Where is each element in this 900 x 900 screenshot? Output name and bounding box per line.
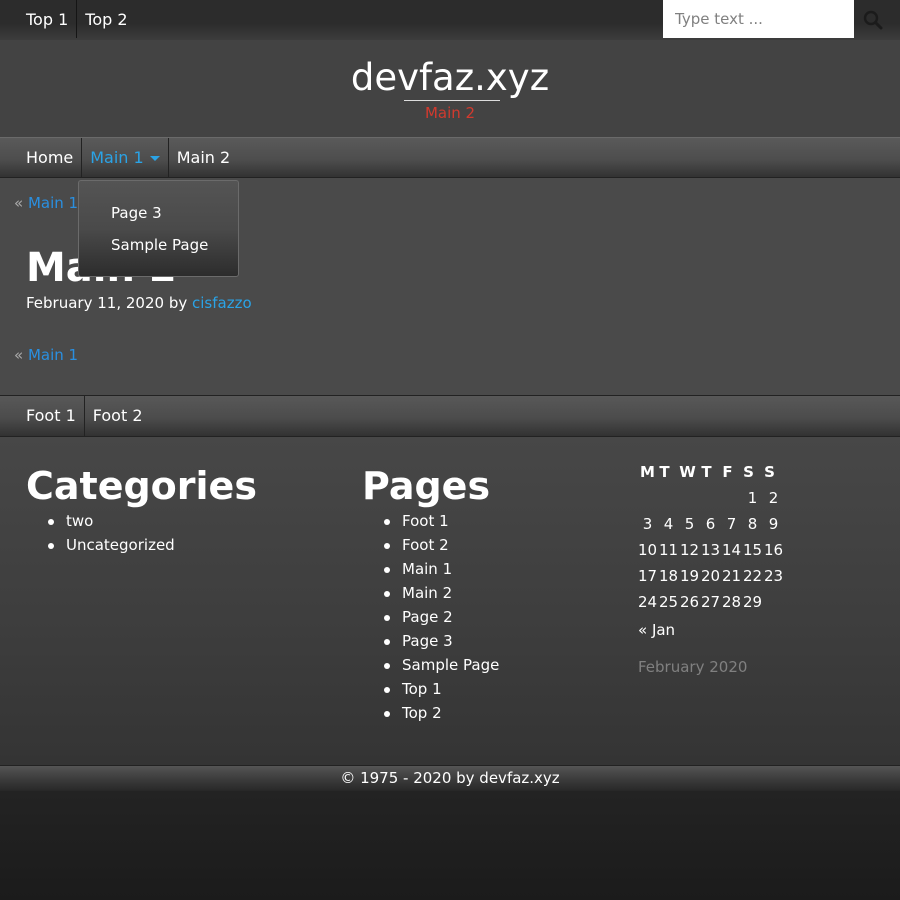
calendar-weekday: S bbox=[743, 463, 754, 481]
top-bar: Top 1 Top 2 bbox=[0, 0, 900, 40]
calendar-day: 12 bbox=[679, 541, 700, 559]
calendar-day: 18 bbox=[658, 567, 679, 585]
calendar-day: 19 bbox=[679, 567, 700, 585]
page-link[interactable]: Foot 2 bbox=[402, 536, 449, 554]
calendar-day: 8 bbox=[747, 515, 758, 533]
main-nav-item-main-2[interactable]: Main 2 bbox=[169, 138, 238, 178]
previous-post-link-bottom[interactable]: Main 1 bbox=[28, 346, 78, 364]
main-nav-item-label: Main 1 bbox=[90, 148, 144, 167]
list-item[interactable]: Uncategorized bbox=[48, 533, 175, 557]
calendar-prev-month-link[interactable]: « Jan bbox=[638, 621, 675, 639]
page-link[interactable]: Top 1 bbox=[402, 680, 442, 698]
calendar-day: 7 bbox=[726, 515, 737, 533]
list-item[interactable]: Main 2 bbox=[383, 581, 499, 605]
page-link[interactable]: Main 2 bbox=[402, 584, 452, 602]
calendar-day: 15 bbox=[742, 541, 763, 559]
category-link-uncategorized[interactable]: Uncategorized bbox=[66, 536, 175, 554]
calendar-day: 26 bbox=[679, 593, 700, 611]
calendar-day: 27 bbox=[700, 593, 721, 611]
calendar-day: 20 bbox=[700, 567, 721, 585]
search-button[interactable] bbox=[862, 9, 884, 31]
calendar-day: 28 bbox=[721, 593, 742, 611]
caret-down-icon bbox=[149, 156, 160, 161]
list-item[interactable]: Foot 1 bbox=[383, 509, 499, 533]
calendar-day: 24 bbox=[637, 593, 658, 611]
search-icon bbox=[863, 10, 883, 30]
page-link[interactable]: Sample Page bbox=[402, 656, 499, 674]
page-link[interactable]: Page 2 bbox=[402, 608, 453, 626]
categories-widget-title: Categories bbox=[26, 464, 257, 508]
post-date: February 11, 2020 bbox=[26, 294, 165, 312]
site-footer: © 1975 - 2020 by devfaz.xyz bbox=[0, 765, 900, 791]
post-nav-previous-bottom: « Main 1 bbox=[14, 346, 78, 364]
categories-list: two Uncategorized bbox=[48, 509, 175, 557]
pages-widget-title: Pages bbox=[362, 464, 491, 508]
search-input[interactable] bbox=[663, 0, 854, 38]
site-title[interactable]: devfaz.xyz bbox=[0, 56, 900, 100]
list-item[interactable]: Sample Page bbox=[383, 653, 499, 677]
main-nav-item-main-1[interactable]: Main 1 bbox=[81, 138, 169, 178]
calendar-day: 2 bbox=[768, 489, 779, 507]
calendar-day: 29 bbox=[742, 593, 763, 611]
calendar-day: 4 bbox=[663, 515, 674, 533]
calendar-day: 16 bbox=[763, 541, 784, 559]
calendar-weekday: T bbox=[659, 463, 670, 481]
calendar-day: 23 bbox=[763, 567, 784, 585]
list-item[interactable]: Top 1 bbox=[383, 677, 499, 701]
list-item[interactable]: Main 1 bbox=[383, 557, 499, 581]
list-item[interactable]: two bbox=[48, 509, 175, 533]
calendar-day: 13 bbox=[700, 541, 721, 559]
previous-post-link[interactable]: Main 1 bbox=[28, 194, 78, 212]
pages-list: Foot 1 Foot 2 Main 1 Main 2 Page 2 Page … bbox=[383, 509, 499, 725]
calendar-day: 5 bbox=[684, 515, 695, 533]
title-underline bbox=[404, 100, 500, 101]
calendar-day: 9 bbox=[768, 515, 779, 533]
site-tagline: Main 2 bbox=[424, 104, 476, 122]
calendar-day: 21 bbox=[721, 567, 742, 585]
footer-nav-item-foot-1[interactable]: Foot 1 bbox=[18, 396, 84, 436]
copyright-text: © 1975 - 2020 by devfaz.xyz bbox=[340, 769, 560, 787]
calendar-weekday: W bbox=[679, 463, 696, 481]
page-link[interactable]: Top 2 bbox=[402, 704, 442, 722]
calendar-day: 22 bbox=[742, 567, 763, 585]
category-link-two[interactable]: two bbox=[66, 512, 93, 530]
page-link[interactable]: Foot 1 bbox=[402, 512, 449, 530]
calendar-day: 11 bbox=[658, 541, 679, 559]
main-nav-item-home[interactable]: Home bbox=[18, 138, 81, 178]
main-nav: Home Main 1 Main 2 bbox=[0, 137, 900, 178]
main-1-dropdown-menu: Page 3 Sample Page bbox=[78, 180, 239, 277]
calendar-day: 3 bbox=[642, 515, 653, 533]
list-item[interactable]: Page 2 bbox=[383, 605, 499, 629]
calendar-weekday: F bbox=[722, 463, 733, 481]
previous-arrow: « bbox=[14, 346, 24, 364]
dropdown-item-page-3[interactable]: Page 3 bbox=[111, 204, 162, 222]
page-link[interactable]: Main 1 bbox=[402, 560, 452, 578]
dropdown-item-sample-page[interactable]: Sample Page bbox=[111, 236, 208, 254]
top-nav-item-top-1[interactable]: Top 1 bbox=[18, 0, 76, 38]
calendar-day: 17 bbox=[637, 567, 658, 585]
calendar-caption: February 2020 bbox=[638, 658, 748, 676]
list-item[interactable]: Page 3 bbox=[383, 629, 499, 653]
list-item[interactable]: Top 2 bbox=[383, 701, 499, 725]
post-meta: February 11, 2020 by cisfazzo bbox=[26, 294, 252, 312]
calendar-day: 6 bbox=[705, 515, 716, 533]
post-author-link[interactable]: cisfazzo bbox=[192, 294, 252, 312]
site-header: devfaz.xyz Main 2 bbox=[0, 40, 900, 137]
top-nav-item-top-2[interactable]: Top 2 bbox=[76, 0, 135, 38]
calendar-weekday: S bbox=[764, 463, 775, 481]
list-item[interactable]: Foot 2 bbox=[383, 533, 499, 557]
footer-nav: Foot 1 Foot 2 bbox=[0, 395, 900, 437]
top-nav: Top 1 Top 2 bbox=[18, 0, 136, 38]
post-nav-previous: « Main 1 bbox=[14, 194, 78, 212]
post-by: by bbox=[168, 294, 188, 312]
footer-nav-item-foot-2[interactable]: Foot 2 bbox=[83, 396, 151, 436]
calendar-day: 25 bbox=[658, 593, 679, 611]
page-link[interactable]: Page 3 bbox=[402, 632, 453, 650]
calendar-day: 14 bbox=[721, 541, 742, 559]
previous-arrow: « bbox=[14, 194, 24, 212]
calendar-day: 10 bbox=[637, 541, 658, 559]
calendar-weekday: T bbox=[701, 463, 712, 481]
calendar-day: 1 bbox=[747, 489, 758, 507]
